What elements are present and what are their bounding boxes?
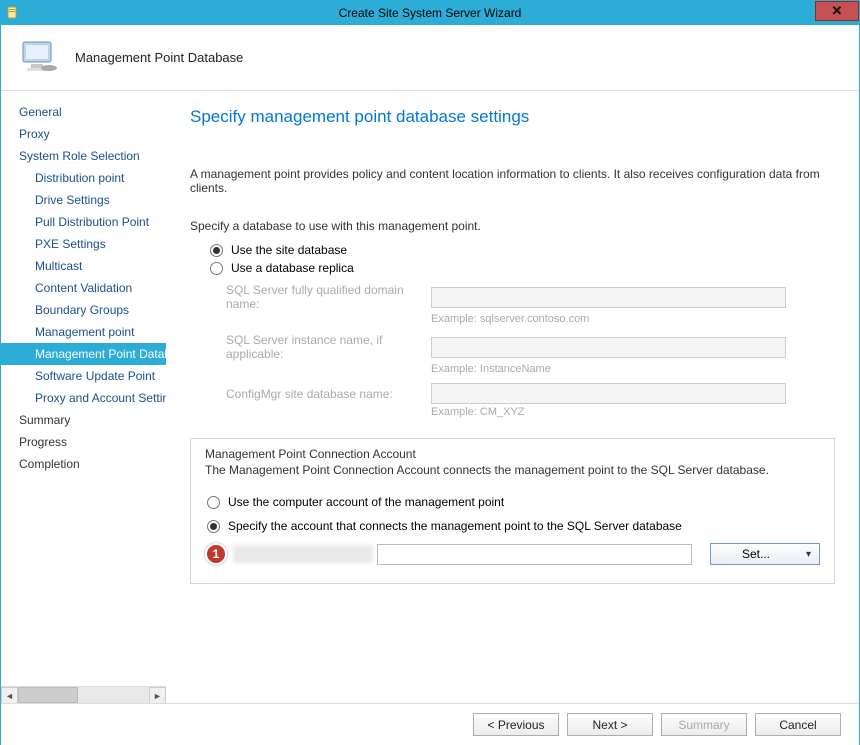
radio-label: Use a database replica bbox=[231, 261, 354, 275]
radio-icon bbox=[210, 244, 223, 257]
scroll-thumb[interactable] bbox=[18, 687, 78, 703]
instance-input bbox=[431, 337, 786, 358]
wizard-sidebar: General Proxy System Role Selection Dist… bbox=[1, 91, 166, 703]
radio-icon bbox=[207, 520, 220, 533]
db-prompt: Specify a database to use with this mana… bbox=[190, 219, 835, 233]
nav-mgmt-point-db[interactable]: Management Point Database bbox=[1, 343, 166, 365]
wizard-footer: < Previous Next > Summary Cancel bbox=[1, 703, 859, 745]
nav-sup[interactable]: Software Update Point bbox=[1, 365, 166, 387]
wizard-header: Management Point Database bbox=[1, 25, 859, 91]
nav-mgmt-point[interactable]: Management point bbox=[1, 321, 166, 343]
radio-icon bbox=[210, 262, 223, 275]
nav-proxy-account[interactable]: Proxy and Account Settings bbox=[1, 387, 166, 409]
radio-site-db[interactable]: Use the site database bbox=[210, 243, 835, 257]
annotation-badge: 1 bbox=[205, 543, 227, 565]
radio-specify-account[interactable]: Specify the account that connects the ma… bbox=[207, 519, 820, 533]
page-description: A management point provides policy and c… bbox=[190, 167, 835, 195]
conn-desc: The Management Point Connection Account … bbox=[205, 463, 820, 477]
nav-progress[interactable]: Progress bbox=[1, 431, 166, 453]
sidebar-scrollbar[interactable]: ◄ ► bbox=[1, 686, 166, 703]
app-icon bbox=[5, 5, 21, 21]
sitedb-input bbox=[431, 383, 786, 404]
sitedb-example: Example: CM_XYZ bbox=[431, 406, 835, 418]
nav-general[interactable]: General bbox=[1, 101, 166, 123]
fqdn-example: Example: sqlserver.contoso.com bbox=[431, 313, 835, 325]
radio-computer-account[interactable]: Use the computer account of the manageme… bbox=[207, 495, 820, 509]
connection-account-group: Management Point Connection Account The … bbox=[190, 438, 835, 584]
conn-legend: Management Point Connection Account bbox=[205, 447, 820, 461]
radio-label: Specify the account that connects the ma… bbox=[228, 519, 682, 533]
set-button-label: Set... bbox=[742, 547, 770, 561]
instance-example: Example: InstanceName bbox=[431, 363, 835, 375]
account-name-redacted bbox=[233, 545, 373, 563]
nav-proxy[interactable]: Proxy bbox=[1, 123, 166, 145]
nav-distribution-point[interactable]: Distribution point bbox=[1, 167, 166, 189]
monitor-icon bbox=[17, 36, 61, 80]
window-title: Create Site System Server Wizard bbox=[339, 6, 522, 20]
nav-drive-settings[interactable]: Drive Settings bbox=[1, 189, 166, 211]
nav-content-validation[interactable]: Content Validation bbox=[1, 277, 166, 299]
summary-button: Summary bbox=[661, 713, 747, 736]
account-input[interactable] bbox=[377, 544, 692, 565]
instance-label: SQL Server instance name, if applicable: bbox=[226, 333, 431, 361]
cancel-button[interactable]: Cancel bbox=[755, 713, 841, 736]
titlebar: Create Site System Server Wizard ✕ bbox=[1, 1, 859, 25]
page-title: Specify management point database settin… bbox=[190, 107, 835, 127]
nav-completion[interactable]: Completion bbox=[1, 453, 166, 475]
close-button[interactable]: ✕ bbox=[815, 1, 859, 21]
radio-label: Use the site database bbox=[231, 243, 347, 257]
scroll-right-button[interactable]: ► bbox=[149, 687, 166, 703]
nav-multicast[interactable]: Multicast bbox=[1, 255, 166, 277]
nav-system-role[interactable]: System Role Selection bbox=[1, 145, 166, 167]
radio-label: Use the computer account of the manageme… bbox=[228, 495, 504, 509]
fqdn-label: SQL Server fully qualified domain name: bbox=[226, 283, 431, 311]
nav-pull-dist[interactable]: Pull Distribution Point bbox=[1, 211, 166, 233]
sitedb-label: ConfigMgr site database name: bbox=[226, 387, 431, 401]
nav-boundary-groups[interactable]: Boundary Groups bbox=[1, 299, 166, 321]
nav-pxe[interactable]: PXE Settings bbox=[1, 233, 166, 255]
fqdn-input bbox=[431, 287, 786, 308]
nav-summary[interactable]: Summary bbox=[1, 409, 166, 431]
page-header-title: Management Point Database bbox=[75, 50, 243, 65]
scroll-left-button[interactable]: ◄ bbox=[1, 687, 18, 703]
previous-button[interactable]: < Previous bbox=[473, 713, 559, 736]
wizard-main: Specify management point database settin… bbox=[166, 91, 859, 703]
next-button[interactable]: Next > bbox=[567, 713, 653, 736]
set-button[interactable]: Set... bbox=[710, 543, 820, 565]
radio-replica[interactable]: Use a database replica bbox=[210, 261, 835, 275]
radio-icon bbox=[207, 496, 220, 509]
